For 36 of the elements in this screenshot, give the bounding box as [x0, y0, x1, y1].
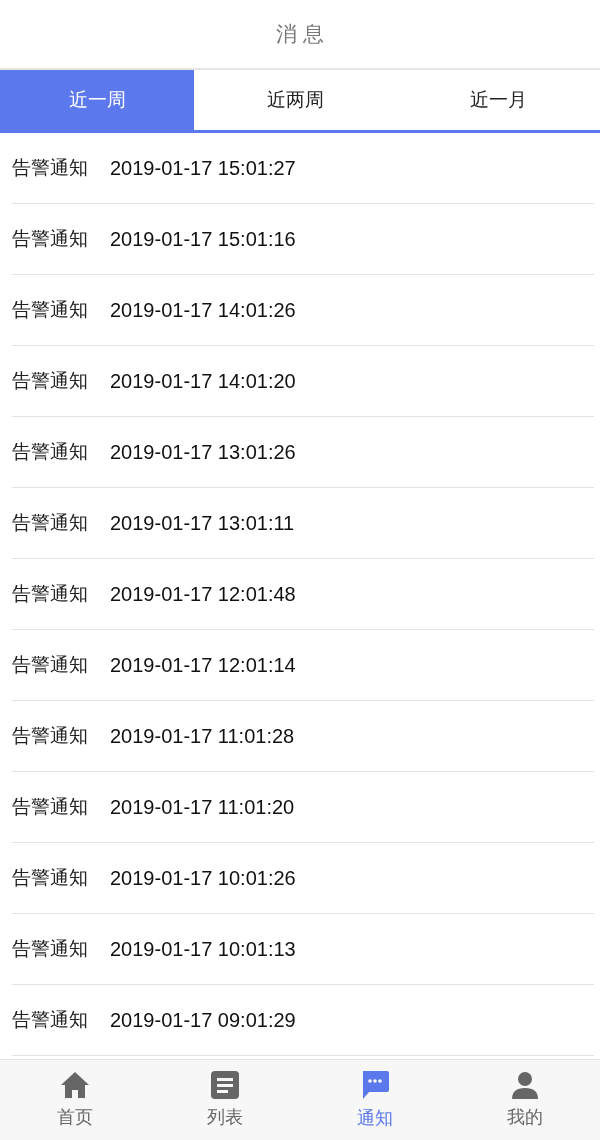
nav-item[interactable]: 我的 [475, 1070, 575, 1130]
message-type: 告警通知 [12, 794, 88, 819]
message-type: 告警通知 [12, 368, 88, 393]
message-time: 2019-01-17 10:01:26 [110, 866, 296, 890]
message-type: 告警通知 [12, 226, 88, 251]
message-type: 告警通知 [12, 510, 88, 535]
message-type: 告警通知 [12, 865, 88, 890]
person-icon [510, 1071, 540, 1099]
list-icon [211, 1071, 239, 1099]
page-title: 消 息 [275, 21, 325, 48]
message-time: 2019-01-17 14:01:26 [110, 298, 296, 322]
message-type: 告警通知 [12, 155, 88, 180]
message-type: 告警通知 [12, 581, 88, 606]
message-time: 2019-01-17 12:01:48 [110, 582, 296, 606]
period-tab[interactable]: 近一周 [0, 70, 194, 130]
message-time: 2019-01-17 15:01:27 [110, 156, 296, 180]
message-time: 2019-01-17 09:01:29 [110, 1008, 296, 1032]
nav-item[interactable]: 通知 [325, 1069, 425, 1131]
message-time: 2019-01-17 13:01:11 [110, 511, 295, 535]
message-time: 2019-01-17 13:01:26 [110, 440, 296, 464]
message-time: 2019-01-17 11:01:28 [110, 724, 295, 748]
nav-item[interactable]: 首页 [25, 1070, 125, 1130]
message-type: 告警通知 [12, 936, 88, 961]
message-type: 告警通知 [12, 1007, 88, 1032]
home-icon [60, 1071, 90, 1099]
chat-icon [360, 1070, 390, 1100]
message-time: 2019-01-17 10:01:13 [110, 937, 296, 961]
message-type: 告警通知 [12, 652, 88, 677]
nav-item[interactable]: 列表 [175, 1070, 275, 1130]
message-time: 2019-01-17 14:01:20 [110, 369, 296, 393]
message-type: 告警通知 [12, 439, 88, 464]
message-time: 2019-01-17 15:01:16 [110, 227, 296, 251]
message-type: 告警通知 [12, 297, 88, 322]
message-time: 2019-01-17 12:01:14 [110, 653, 296, 677]
message-type: 告警通知 [12, 723, 88, 748]
message-time: 2019-01-17 11:01:20 [110, 795, 295, 819]
